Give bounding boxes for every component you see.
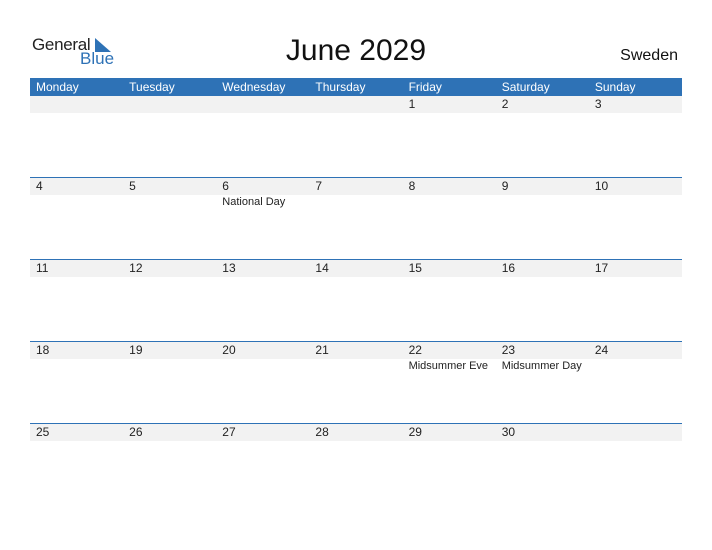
day-cell: 17 bbox=[594, 261, 609, 275]
day-cell bbox=[123, 96, 216, 113]
week-row: 18 19 20 21 22 23 24 Midsummer Eve Midsummer Day bbox=[30, 341, 682, 423]
day-cell: 23 bbox=[501, 343, 516, 357]
day-cell: 30 bbox=[501, 425, 516, 439]
holiday-label bbox=[309, 195, 402, 209]
day-cell: 26 bbox=[129, 425, 143, 439]
week-row: 4 5 6 7 8 9 10 National Day bbox=[30, 177, 682, 259]
weekday-tuesday: Tuesday bbox=[129, 80, 175, 94]
day-cell bbox=[589, 424, 682, 441]
holiday-label bbox=[30, 195, 123, 209]
day-number-row: 1 2 3 bbox=[30, 96, 682, 113]
week-row: 1 2 3 bbox=[30, 96, 682, 177]
week-row: 11 12 13 14 15 16 17 bbox=[30, 259, 682, 341]
weekday-wednesday: Wednesday bbox=[222, 80, 286, 94]
day-cell: 7 bbox=[315, 179, 323, 193]
day-cell: 12 bbox=[129, 261, 143, 275]
day-cell: 6 bbox=[222, 179, 229, 193]
holiday-row: Midsummer Eve Midsummer Day bbox=[30, 359, 682, 373]
holiday-label bbox=[309, 359, 402, 373]
day-cell: 25 bbox=[36, 425, 50, 439]
day-cell: 28 bbox=[315, 425, 329, 439]
day-cell: 5 bbox=[129, 179, 136, 193]
holiday-label bbox=[216, 359, 309, 373]
day-number-row: 18 19 20 21 22 23 24 bbox=[30, 342, 682, 359]
holiday-label bbox=[496, 195, 589, 209]
day-cell: 14 bbox=[315, 261, 329, 275]
holiday-label bbox=[123, 195, 216, 209]
day-cell: 2 bbox=[501, 97, 509, 111]
weekday-thursday: Thursday bbox=[315, 80, 366, 94]
day-cell: 24 bbox=[594, 343, 609, 357]
day-cell bbox=[216, 96, 309, 113]
holiday-label: Midsummer Day bbox=[501, 360, 582, 372]
day-cell: 4 bbox=[36, 179, 43, 193]
weekday-saturday: Saturday bbox=[501, 80, 550, 94]
day-cell: 29 bbox=[408, 425, 422, 439]
weekday-header: Monday Tuesday Wednesday Thursday Friday Satu… bbox=[30, 78, 682, 96]
holiday-row: National Day bbox=[30, 195, 682, 209]
holiday-label bbox=[123, 359, 216, 373]
holiday-label bbox=[589, 195, 682, 209]
calendar-title: June 2029 bbox=[285, 34, 427, 67]
holiday-label bbox=[30, 359, 123, 373]
holiday-label: National Day bbox=[222, 196, 286, 208]
day-number-row: 11 12 13 14 15 16 17 bbox=[30, 260, 682, 277]
day-cell: 10 bbox=[594, 179, 609, 193]
calendar-grid: Monday Tuesday Wednesday Thursday Friday Satu… bbox=[30, 78, 682, 505]
day-cell bbox=[309, 96, 402, 113]
country-label: Sweden bbox=[620, 47, 678, 64]
weekday-sunday: Sunday bbox=[594, 80, 636, 94]
day-cell: 15 bbox=[408, 261, 422, 275]
day-cell: 18 bbox=[36, 343, 50, 357]
weekday-friday: Friday bbox=[408, 80, 442, 94]
day-cell: 3 bbox=[594, 97, 602, 111]
day-cell: 20 bbox=[222, 343, 236, 357]
holiday-label bbox=[403, 195, 496, 209]
day-cell: 19 bbox=[129, 343, 143, 357]
day-cell: 13 bbox=[222, 261, 236, 275]
day-cell: 1 bbox=[408, 97, 416, 111]
week-row: 25 26 27 28 29 30 bbox=[30, 423, 682, 505]
day-cell: 9 bbox=[501, 179, 509, 193]
day-cell: 11 bbox=[36, 261, 49, 275]
weekday-monday: Monday bbox=[36, 80, 79, 94]
day-cell: 21 bbox=[315, 343, 329, 357]
day-cell: 16 bbox=[501, 261, 516, 275]
day-number-row: 25 26 27 28 29 30 bbox=[30, 424, 682, 441]
holiday-label bbox=[589, 359, 682, 373]
day-number-row: 4 5 6 7 8 9 10 bbox=[30, 178, 682, 195]
day-cell: 27 bbox=[222, 425, 236, 439]
day-cell: 8 bbox=[408, 179, 416, 193]
holiday-label: Midsummer Eve bbox=[408, 360, 489, 372]
day-cell: 22 bbox=[408, 343, 422, 357]
day-cell bbox=[30, 96, 123, 113]
